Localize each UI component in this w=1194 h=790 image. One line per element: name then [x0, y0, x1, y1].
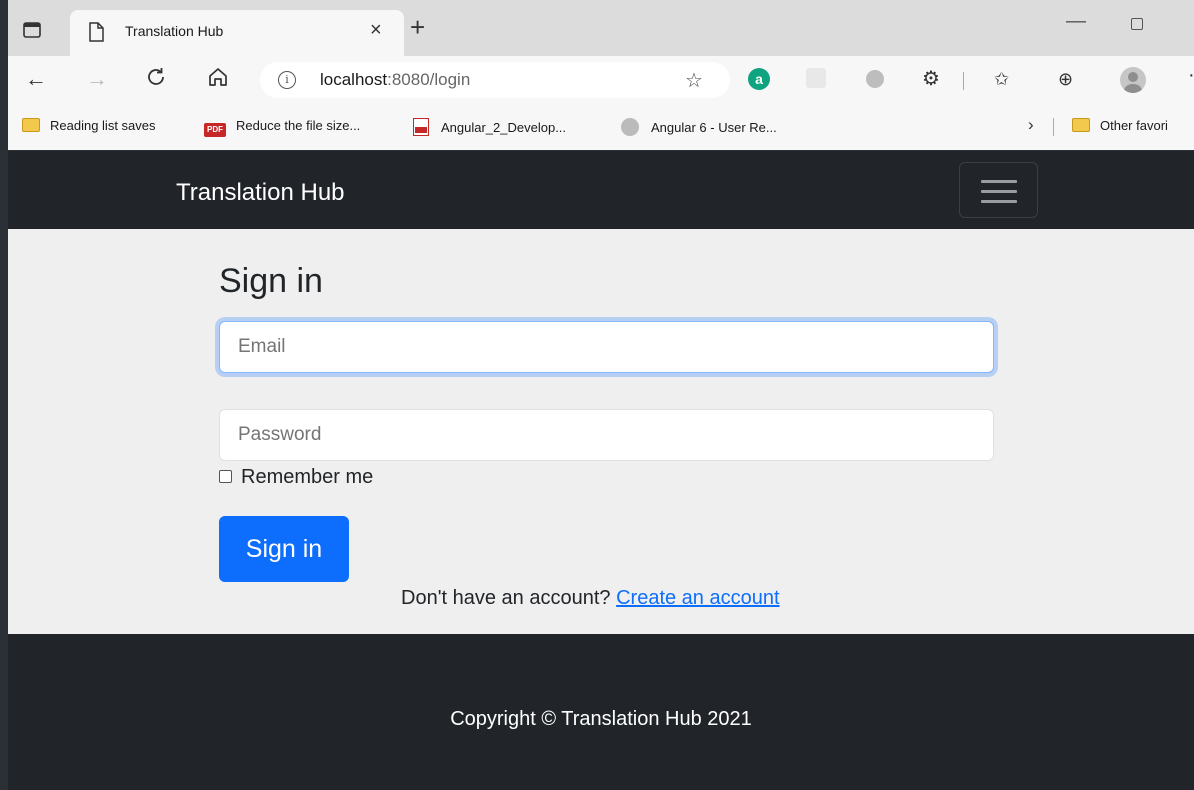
remember-me-checkbox[interactable] — [219, 470, 232, 483]
toolbar-divider — [963, 72, 964, 90]
folder-icon — [22, 118, 40, 132]
favorites-icon[interactable]: ✩ — [994, 68, 1016, 90]
hamburger-icon — [981, 180, 1017, 183]
extension-gear-icon[interactable] — [866, 70, 884, 88]
add-favorite-icon[interactable]: ☆ — [685, 68, 703, 93]
refresh-icon[interactable] — [145, 66, 167, 94]
browser-address-bar: ← → i localhost:8080/login ☆ a ⚙ ✩ ⊕ · — [8, 56, 1194, 104]
sign-in-button[interactable]: Sign in — [219, 516, 349, 582]
pdf-icon: PDF — [204, 123, 226, 137]
bookmark-reading-list[interactable]: Reading list saves — [22, 118, 156, 133]
collections-icon[interactable]: ⊕ — [1058, 68, 1080, 90]
bookmark-other-favorites[interactable]: Other favori — [1072, 118, 1168, 133]
navbar-brand[interactable]: Translation Hub — [176, 179, 345, 207]
browser-tab-bar: Translation Hub × + — — [8, 0, 1194, 56]
more-icon[interactable]: · — [1188, 64, 1194, 87]
bookmark-reduce-file[interactable]: PDF Reduce the file size... — [204, 118, 360, 137]
bookmarks-bar: Reading list saves PDF Reduce the file si… — [8, 104, 1194, 150]
folder-icon — [1072, 118, 1090, 132]
chevron-right-icon[interactable]: › — [1028, 115, 1034, 135]
site-info-icon[interactable]: i — [278, 71, 296, 89]
remember-me-row[interactable]: Remember me — [219, 466, 373, 489]
navbar-toggler-button[interactable] — [959, 162, 1038, 218]
page-title: Sign in — [219, 262, 323, 300]
forward-icon[interactable]: → — [86, 66, 108, 92]
home-icon[interactable] — [207, 66, 229, 94]
copyright-text: Copyright © Translation Hub 2021 — [450, 708, 752, 730]
person-icon — [621, 118, 639, 136]
email-input[interactable] — [219, 321, 994, 373]
bookmarks-divider — [1053, 118, 1054, 136]
tab-title: Translation Hub — [125, 23, 224, 39]
back-icon[interactable]: ← — [25, 66, 47, 92]
page-icon — [88, 22, 104, 47]
site-footer: Copyright © Translation Hub 2021 — [8, 634, 1194, 790]
url-text: localhost:8080/login — [320, 70, 471, 89]
browser-tab-active[interactable]: Translation Hub × — [70, 10, 404, 56]
new-tab-icon[interactable]: + — [410, 14, 425, 40]
sign-in-section: Sign in Remember me Sign in Don't have a… — [8, 229, 1194, 634]
tab-actions-icon[interactable] — [22, 20, 42, 40]
extensions-puzzle-icon[interactable]: ⚙ — [920, 68, 942, 90]
account-prompt: Don't have an account? — [401, 587, 611, 609]
pdf-icon — [413, 118, 429, 136]
maximize-icon[interactable] — [1131, 18, 1143, 30]
create-account-link[interactable]: Create an account — [616, 587, 779, 609]
extension-a-icon[interactable]: a — [748, 68, 770, 90]
password-input[interactable] — [219, 409, 994, 461]
site-navbar: Translation Hub — [8, 151, 1194, 229]
url-field[interactable]: i localhost:8080/login ☆ — [260, 62, 730, 98]
hamburger-icon-line — [981, 200, 1017, 203]
create-account-row: Don't have an account? Create an account — [401, 587, 780, 610]
minimize-icon[interactable]: — — [1066, 10, 1086, 33]
remember-me-label: Remember me — [241, 466, 374, 488]
extension-icon[interactable] — [806, 68, 826, 88]
bookmark-angular2[interactable]: Angular_2_Develop... — [413, 118, 566, 136]
hamburger-icon-line — [981, 190, 1017, 193]
close-tab-icon[interactable]: × — [370, 20, 382, 40]
bookmark-angular6[interactable]: Angular 6 - User Re... — [621, 118, 777, 136]
profile-avatar[interactable] — [1120, 67, 1146, 93]
